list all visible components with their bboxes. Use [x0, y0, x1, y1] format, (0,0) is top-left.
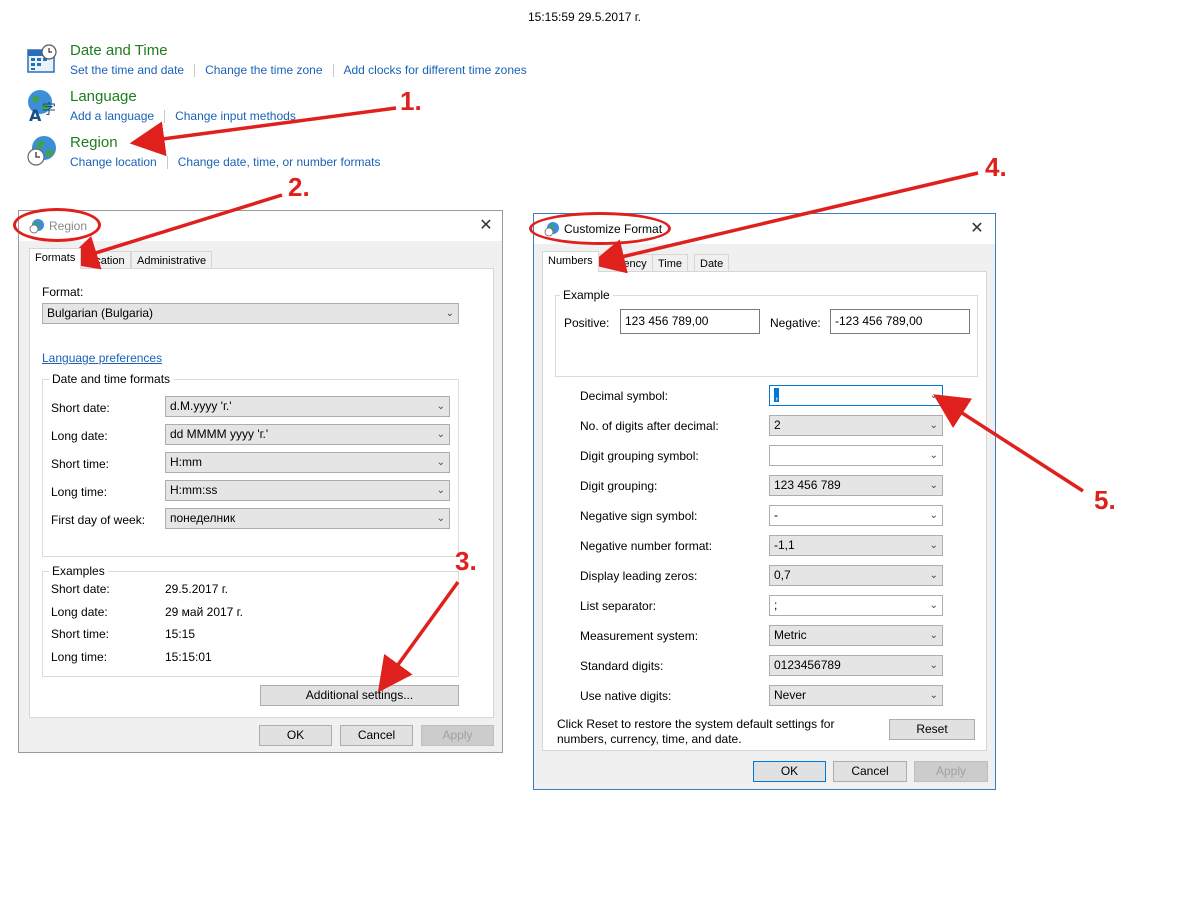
arrow-3 [377, 580, 460, 693]
step-1-label: 1. [400, 86, 422, 116]
arrow-1 [129, 106, 397, 157]
step-3-label: 3. [455, 546, 477, 576]
tab-formats[interactable]: Formats [29, 248, 82, 269]
annotation-arrows [62, 106, 1084, 693]
step-5-label: 5. [1094, 485, 1116, 515]
highlight-region-title [13, 208, 101, 242]
step-4-label: 4. [985, 152, 1007, 182]
arrow-4 [589, 171, 979, 274]
step-2-label: 2. [288, 172, 310, 202]
tab-numbers[interactable]: Numbers [542, 251, 599, 272]
arrow-5 [933, 394, 1084, 493]
highlight-customize-title [529, 212, 671, 245]
arrow-2 [62, 193, 283, 270]
